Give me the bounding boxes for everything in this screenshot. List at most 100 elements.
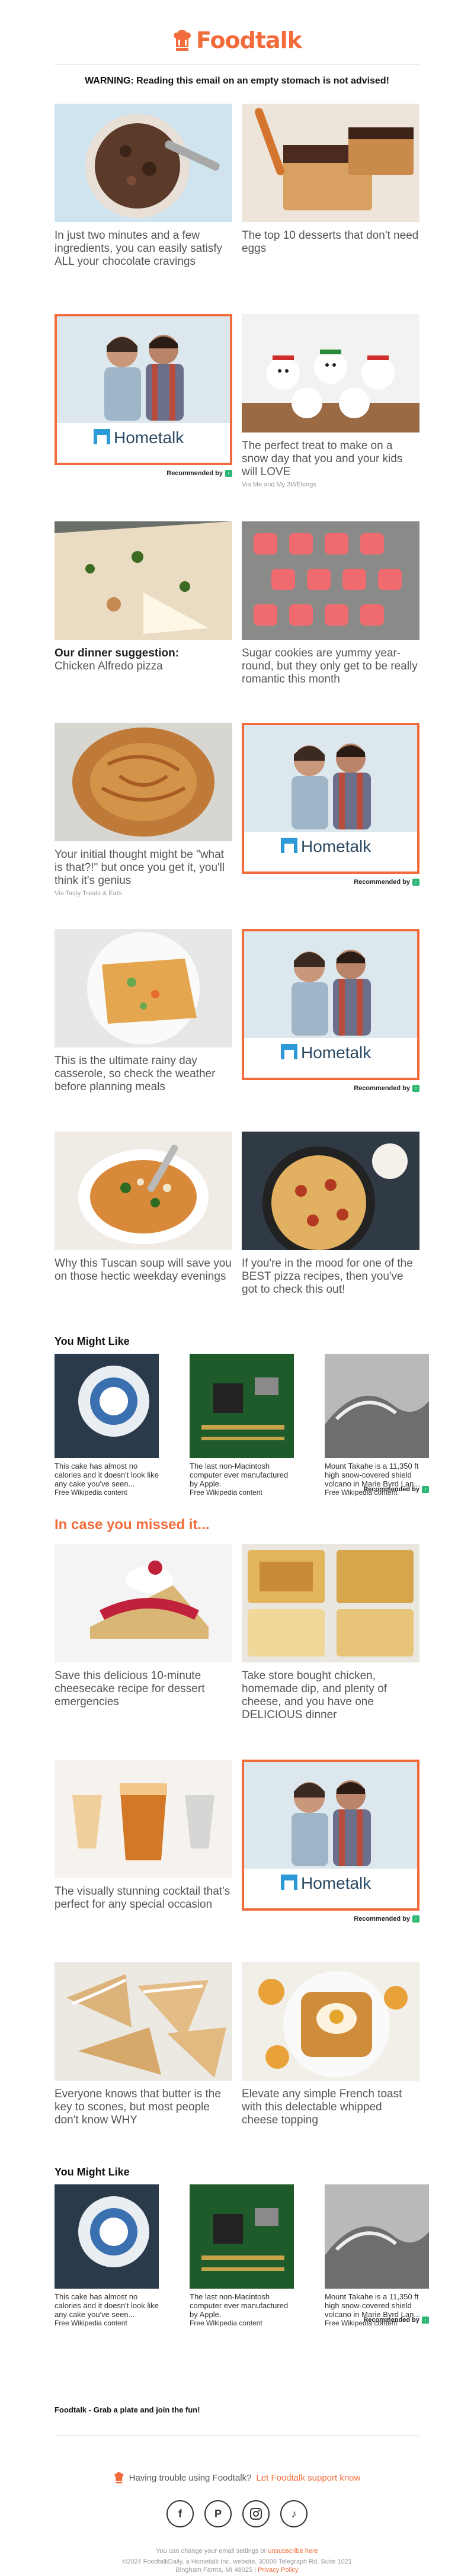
hometalk-ad[interactable]: Hometalk xyxy=(242,929,419,1080)
article-card[interactable]: Take store bought chicken, homemade dip,… xyxy=(242,1544,419,1722)
article-image-cheesecake[interactable] xyxy=(55,1544,232,1662)
article-card[interactable]: Your initial thought might be "what is t… xyxy=(55,723,232,897)
recommended-image-computer[interactable] xyxy=(190,1354,294,1458)
article-caption[interactable]: Your initial thought might be "what is t… xyxy=(55,848,232,887)
article-image-chicken-alfredo-pizza[interactable] xyxy=(55,521,232,640)
article-caption[interactable]: The perfect treat to make on a snow day … xyxy=(242,440,419,479)
article-card[interactable]: Everyone knows that butter is the key to… xyxy=(55,1962,232,2127)
article-caption[interactable]: In just two minutes and a few ingredient… xyxy=(55,229,232,268)
article-source: Via Tasty Treats & Eats xyxy=(55,890,122,897)
recommended-by[interactable]: Recommended by ↑ xyxy=(55,470,232,477)
article-image-scones[interactable] xyxy=(55,1962,232,2081)
article-caption[interactable]: Everyone knows that butter is the key to… xyxy=(55,2088,232,2127)
article-card[interactable]: The visually stunning cocktail that's pe… xyxy=(55,1760,232,1911)
instagram-icon[interactable] xyxy=(242,2500,270,2527)
chef-hat-icon xyxy=(114,2472,123,2484)
you-might-like-title: You Might Like xyxy=(55,1335,130,1347)
article-caption[interactable]: If you're in the mood for one of the BES… xyxy=(242,1257,419,1296)
recommended-caption[interactable]: This cake has almost no calories and it … xyxy=(55,2292,159,2319)
recommender-icon: ↑ xyxy=(422,2317,429,2324)
recommended-item[interactable]: The last non-Macintosh computer ever man… xyxy=(190,1354,294,1497)
recommended-by[interactable]: Recommended by ↑ xyxy=(251,2317,429,2324)
recommended-item[interactable]: Mount Takahe is a 11,350 ft high snow-co… xyxy=(325,1354,429,1497)
recommended-item[interactable]: Mount Takahe is a 11,350 ft high snow-co… xyxy=(325,2184,429,2327)
recommended-item[interactable]: The last non-Macintosh computer ever man… xyxy=(190,2184,294,2327)
article-caption[interactable]: The visually stunning cocktail that's pe… xyxy=(55,1885,232,1911)
article-image-eggless-desserts[interactable] xyxy=(242,104,419,222)
recommended-image-computer[interactable] xyxy=(190,2184,294,2289)
article-source: Via Me and My 3WEkings xyxy=(242,481,316,488)
privacy-link[interactable]: Privacy Policy xyxy=(258,2567,298,2574)
tiktok-icon[interactable]: ♪ xyxy=(280,2500,308,2527)
article-card[interactable]: Sugar cookies are yummy year-round, but … xyxy=(242,521,419,686)
recommender-icon: ↑ xyxy=(225,470,232,477)
pinterest-icon[interactable]: P xyxy=(204,2500,232,2527)
article-card[interactable]: Our dinner suggestion: Chicken Alfredo pi… xyxy=(55,521,232,673)
article-image-fried-pasta[interactable] xyxy=(55,723,232,841)
article-image-chicken-dip[interactable] xyxy=(242,1544,419,1662)
chef-hat-icon xyxy=(174,30,191,51)
article-caption[interactable]: Sugar cookies are yummy year-round, but … xyxy=(242,647,419,686)
article-card[interactable]: In just two minutes and a few ingredient… xyxy=(55,104,232,268)
article-image-french-toast[interactable] xyxy=(242,1962,419,2081)
article-caption[interactable]: Elevate any simple French toast with thi… xyxy=(242,2088,419,2127)
recommender-icon: ↑ xyxy=(412,879,419,886)
article-caption[interactable]: Take store bought chicken, homemade dip,… xyxy=(242,1670,419,1722)
article-image-cocktail[interactable] xyxy=(55,1760,232,1878)
article-card[interactable]: Why this Tuscan soup will save you on th… xyxy=(55,1132,232,1283)
article-card[interactable]: This is the ultimate rainy day casserole… xyxy=(55,929,232,1094)
article-caption[interactable]: Save this delicious 10-minute cheesecake… xyxy=(55,1670,232,1709)
recommended-image-cake[interactable] xyxy=(55,2184,159,2289)
sponsored-ad[interactable]: Hometalk Recommended by ↑ xyxy=(242,929,419,1092)
settings-row: You can change your email settings or un… xyxy=(156,2548,318,2555)
hometalk-ad[interactable]: Hometalk xyxy=(55,314,232,465)
hometalk-ad[interactable]: Hometalk xyxy=(242,1760,419,1911)
recommended-image-volcano[interactable] xyxy=(325,1354,429,1458)
article-card[interactable]: The top 10 desserts that don't need eggs xyxy=(242,104,419,255)
recommended-image-volcano[interactable] xyxy=(325,2184,429,2289)
article-image-casserole[interactable] xyxy=(55,929,232,1047)
article-image-tuscan-soup[interactable] xyxy=(55,1132,232,1250)
recommended-caption[interactable]: The last non-Macintosh computer ever man… xyxy=(190,1462,294,1488)
missed-title: In case you missed it... xyxy=(55,1517,210,1533)
brand-logo[interactable]: Foodtalk xyxy=(0,24,474,57)
article-card[interactable]: The perfect treat to make on a snow day … xyxy=(242,314,419,488)
address-row: Bingham Farms, MI 48025 | Privacy Policy xyxy=(175,2567,299,2574)
sponsored-ad[interactable]: Hometalk Recommended by ↑ xyxy=(55,314,232,477)
article-card[interactable]: Save this delicious 10-minute cheesecake… xyxy=(55,1544,232,1709)
support-link[interactable]: Let Foodtalk support know xyxy=(256,2473,360,2483)
article-image-chocolate-mug-cake[interactable] xyxy=(55,104,232,222)
article-caption[interactable]: Our dinner suggestion: Chicken Alfredo pi… xyxy=(55,647,232,673)
article-card[interactable]: Elevate any simple French toast with thi… xyxy=(242,1962,419,2127)
divider xyxy=(55,64,419,65)
svg-text:Hometalk: Hometalk xyxy=(301,1043,371,1062)
recommended-caption[interactable]: Mount Takahe is a 11,350 ft high snow-co… xyxy=(325,2292,429,2319)
recommended-by[interactable]: Recommended by ↑ xyxy=(242,879,419,886)
sponsored-ad[interactable]: Hometalk Recommended by ↑ xyxy=(242,1760,419,1923)
unsubscribe-link[interactable]: unsubscribe here xyxy=(268,2548,318,2555)
recommended-image-cake[interactable] xyxy=(55,1354,159,1458)
recommended-caption[interactable]: This cake has almost no calories and it … xyxy=(55,1462,159,1488)
facebook-icon[interactable]: f xyxy=(166,2500,194,2527)
recommender-icon: ↑ xyxy=(412,1085,419,1092)
article-card[interactable]: If you're in the mood for one of the BES… xyxy=(242,1132,419,1296)
article-image-pizza[interactable] xyxy=(242,1132,419,1250)
recommended-by[interactable]: Recommended by ↑ xyxy=(251,1486,429,1493)
hometalk-ad[interactable]: Hometalk xyxy=(242,723,419,874)
recommended-item[interactable]: This cake has almost no calories and it … xyxy=(55,1354,159,1497)
brand-name: Foodtalk xyxy=(196,27,302,53)
sponsored-ad[interactable]: Hometalk Recommended by ↑ xyxy=(242,723,419,886)
article-caption[interactable]: The top 10 desserts that don't need eggs xyxy=(242,229,419,255)
support-row: Having trouble using Foodtalk? Let Foodt… xyxy=(0,2472,474,2484)
article-image-heart-cookies[interactable] xyxy=(242,521,419,640)
recommended-caption[interactable]: The last non-Macintosh computer ever man… xyxy=(190,2292,294,2319)
recommended-by[interactable]: Recommended by ↑ xyxy=(242,1085,419,1092)
article-caption[interactable]: This is the ultimate rainy day casserole… xyxy=(55,1055,232,1094)
article-caption[interactable]: Why this Tuscan soup will save you on th… xyxy=(55,1257,232,1283)
article-image-snowman-treats[interactable] xyxy=(242,314,419,432)
footer-tagline: Foodtalk - Grab a plate and join the fun… xyxy=(55,2405,200,2414)
recommended-item[interactable]: This cake has almost no calories and it … xyxy=(55,2184,159,2327)
recommender-icon: ↑ xyxy=(422,1486,429,1493)
recommended-by[interactable]: Recommended by ↑ xyxy=(242,1915,419,1923)
recommended-caption[interactable]: Mount Takahe is a 11,350 ft high snow-co… xyxy=(325,1462,429,1488)
